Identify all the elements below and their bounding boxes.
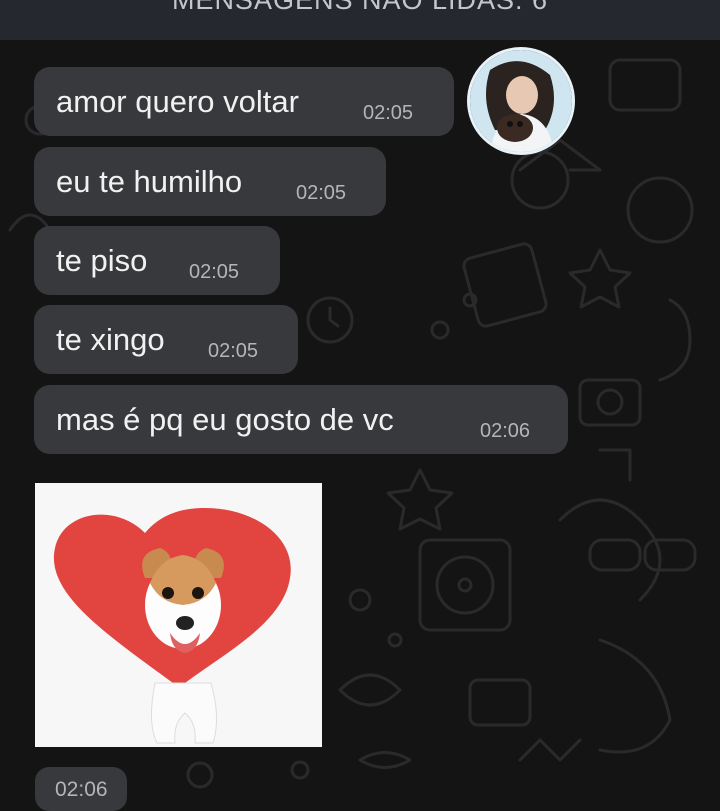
- message-bubble[interactable]: eu te humilho 02:05: [34, 147, 386, 216]
- heart-dog-image: [35, 483, 322, 747]
- message-text: amor quero voltar: [56, 84, 299, 119]
- sticker-time: 02:06: [55, 778, 108, 801]
- message-time: 02:06: [480, 420, 531, 442]
- sticker-time-pill: 02:06: [35, 767, 127, 811]
- message-text: te xingo: [56, 322, 165, 357]
- message-text: mas é pq eu gosto de vc: [56, 402, 394, 437]
- message-text: eu te humilho: [56, 164, 243, 199]
- unread-banner-text: MENSAGENS NÃO LIDAS: 6: [171, 0, 549, 15]
- unread-messages-banner: MENSAGENS NÃO LIDAS: 6: [0, 0, 720, 40]
- message-time: 02:05: [189, 261, 240, 283]
- message-text: te piso: [56, 243, 148, 278]
- message-bubble[interactable]: te xingo 02:05: [34, 305, 298, 374]
- message-time: 02:05: [208, 340, 259, 362]
- message-bubble[interactable]: te piso 02:05: [34, 226, 280, 295]
- heart-dog-sticker[interactable]: [35, 483, 322, 747]
- message-time: 02:05: [296, 182, 347, 204]
- message-bubble[interactable]: amor quero voltar 02:05: [34, 67, 454, 136]
- avatar-photo: [470, 50, 572, 152]
- message-bubble[interactable]: mas é pq eu gosto de vc 02:06: [34, 385, 568, 454]
- contact-avatar[interactable]: [467, 47, 575, 155]
- message-time: 02:05: [363, 102, 414, 124]
